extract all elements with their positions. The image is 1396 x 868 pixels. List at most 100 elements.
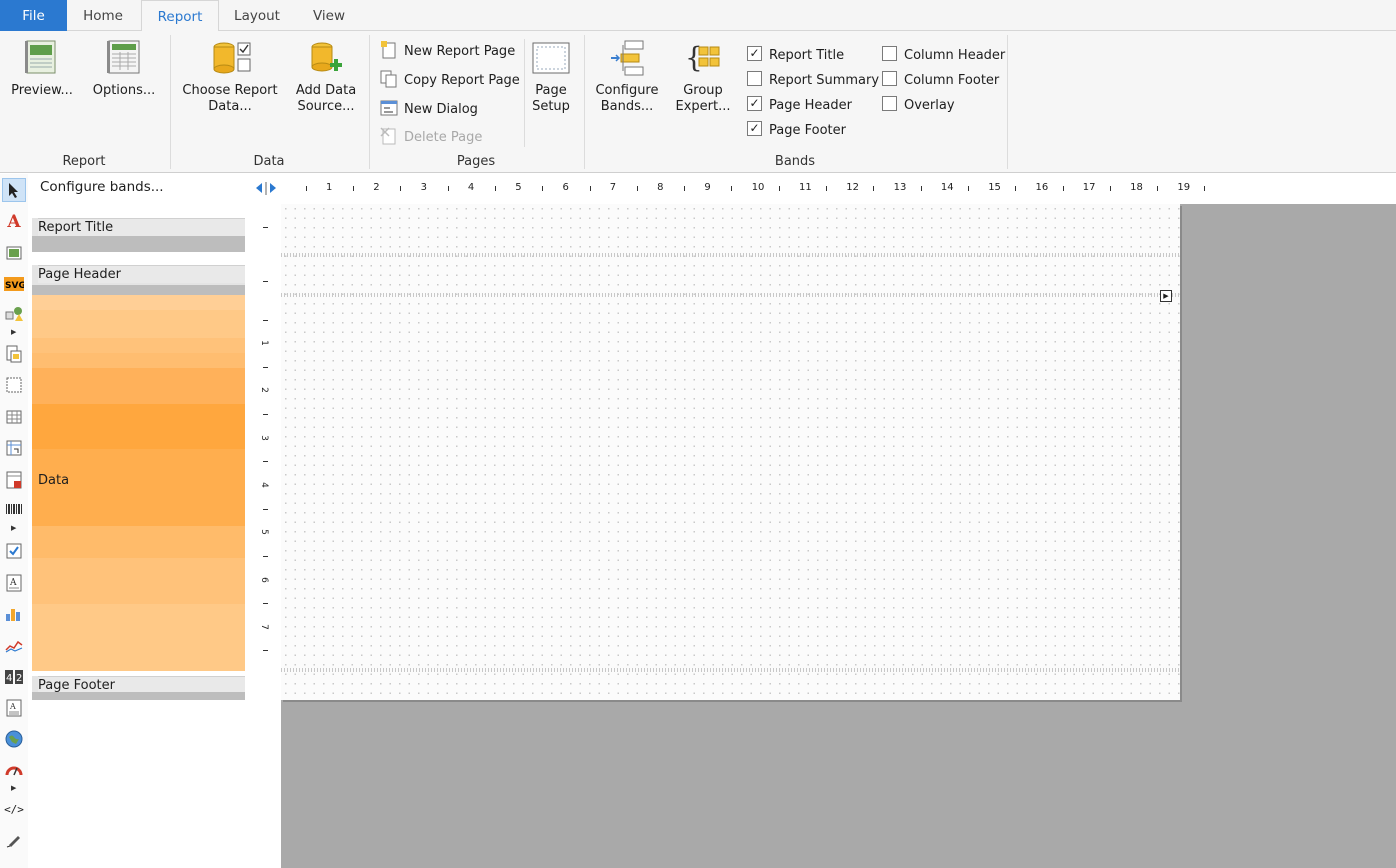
report-page-canvas[interactable] (281, 204, 1180, 700)
expand-arrow-icon[interactable]: ▶ (11, 524, 16, 532)
configure-bands-label-2: Bands... (600, 99, 654, 114)
report-summary-checkbox[interactable]: Report Summary (747, 71, 879, 91)
shape-tool[interactable] (2, 302, 26, 326)
pointer-tool[interactable] (2, 178, 26, 202)
expand-arrow-icon[interactable]: ▶ (11, 784, 16, 792)
band-page-footer[interactable]: Page Footer (32, 676, 245, 700)
canvas-margin (246, 700, 281, 868)
new-report-page-button[interactable]: New Report Page (380, 40, 516, 63)
new-dialog-button[interactable]: New Dialog (380, 99, 478, 121)
map-tool[interactable] (2, 727, 26, 751)
ruler-tick (1109, 186, 1111, 191)
configure-bands-link[interactable]: Configure bands... (40, 179, 164, 195)
band-page-header[interactable]: Page Header (32, 265, 245, 299)
ruler-arrows-icon[interactable] (255, 181, 277, 197)
ruler-number: 7 (258, 623, 269, 630)
subreport-tool[interactable] (2, 342, 26, 366)
configure-bands-label-1: Configure (595, 83, 659, 98)
picture-tool[interactable] (2, 241, 26, 265)
gauge-tool[interactable] (2, 758, 26, 782)
band-separator-data (281, 668, 1180, 672)
band-data[interactable]: Data (32, 295, 245, 671)
band-report-title[interactable]: Report Title (32, 218, 245, 252)
band-expand-marker-icon[interactable]: ▶ (1160, 290, 1172, 302)
band-stripe (32, 338, 245, 353)
picture-icon (6, 246, 22, 260)
chart-tool[interactable] (2, 602, 26, 626)
band-report-title-body (32, 236, 245, 252)
text-object-icon: A (7, 212, 21, 232)
preview-button[interactable]: Preview... (6, 37, 78, 99)
cellular-text-tool[interactable] (2, 468, 26, 492)
band-data-label: Data (38, 473, 70, 488)
expand-arrow-icon[interactable]: ▶ (11, 328, 16, 336)
sparkline-tool[interactable] (2, 634, 26, 658)
page-setup-button[interactable]: Page Setup (528, 37, 574, 115)
group-expert-button[interactable]: { Group Expert... (670, 37, 736, 115)
barcode-icon (6, 504, 22, 514)
add-data-source-button[interactable]: Add Data Source... (290, 37, 362, 115)
rich-text-tool[interactable]: A (2, 571, 26, 595)
ruler-tick (1157, 186, 1159, 191)
code-tag-icon: </> (4, 803, 24, 816)
globe-icon (5, 730, 23, 748)
object-toolbox: A SVG ▶ ▶ A 42 A ▶ </> (0, 174, 28, 868)
ruler-tick (826, 186, 827, 191)
text-input-tool[interactable]: A (2, 696, 26, 720)
rich-text-icon: A (6, 574, 22, 592)
container-icon (6, 377, 22, 393)
tab-report[interactable]: Report (141, 0, 219, 32)
add-data-source-label-2: Source... (297, 99, 355, 114)
copy-report-page-button[interactable]: Copy Report Page (380, 70, 520, 92)
matrix-tool[interactable] (2, 436, 26, 460)
ruler-tick (636, 186, 638, 191)
new-report-page-label: New Report Page (404, 44, 516, 59)
column-header-checkbox[interactable]: Column Header (882, 46, 1005, 66)
ruler-number: 9 (704, 182, 711, 193)
barcode-tool[interactable] (2, 498, 26, 522)
ruler-tick (263, 414, 268, 415)
ruler-tick (731, 186, 733, 191)
signature-tool[interactable] (2, 828, 26, 852)
svg-tool[interactable]: SVG (2, 272, 26, 296)
checkbox-unchecked-icon (882, 46, 897, 61)
choose-report-data-button[interactable]: Choose Report Data... (180, 37, 280, 115)
matrix-icon (6, 440, 22, 456)
page-header-checkbox[interactable]: ✓ Page Header (747, 96, 852, 116)
table-tool[interactable] (2, 405, 26, 429)
options-button[interactable]: Options... (88, 37, 160, 99)
tab-layout[interactable]: Layout (220, 0, 294, 31)
ruler-tick (447, 186, 449, 191)
page-setup-label-2: Setup (532, 99, 570, 114)
report-title-checkbox[interactable]: ✓ Report Title (747, 46, 844, 66)
configure-bands-button[interactable]: Configure Bands... (592, 37, 662, 115)
group-divider (584, 35, 585, 169)
text-tool[interactable]: A (2, 210, 26, 234)
shapes-icon (5, 307, 23, 321)
tab-view[interactable]: View (296, 0, 362, 31)
ruler-number: 17 (1082, 182, 1096, 193)
column-footer-checkbox[interactable]: Column Footer (882, 71, 999, 91)
svg-text:SVG: SVG (5, 281, 24, 291)
delete-page-button[interactable]: Delete Page (380, 126, 482, 149)
ruler-tick (263, 281, 268, 282)
ruler-number: 1 (326, 182, 333, 193)
ruler-number: 15 (988, 182, 1001, 193)
sparkline-icon (5, 640, 23, 653)
new-page-icon (380, 40, 398, 59)
container-tool[interactable] (2, 373, 26, 397)
cellular-icon (6, 471, 22, 489)
ribbon-panel: Preview... Options... Report Choose Repo… (0, 31, 1396, 173)
configure-bands-icon (607, 37, 647, 77)
group-divider (369, 35, 370, 169)
page-header-check-label: Page Header (769, 98, 852, 113)
overlay-checkbox[interactable]: Overlay (882, 96, 955, 116)
page-footer-checkbox[interactable]: ✓ Page Footer (747, 121, 846, 141)
page-setup-icon (531, 37, 571, 77)
zip-code-tool[interactable]: 42 (2, 665, 26, 689)
html-object-tool[interactable]: </> (2, 798, 26, 822)
band-report-title-label: Report Title (38, 218, 245, 236)
checkbox-tool[interactable] (2, 539, 26, 563)
tab-home[interactable]: Home (68, 0, 138, 31)
tab-file[interactable]: File (0, 0, 67, 31)
